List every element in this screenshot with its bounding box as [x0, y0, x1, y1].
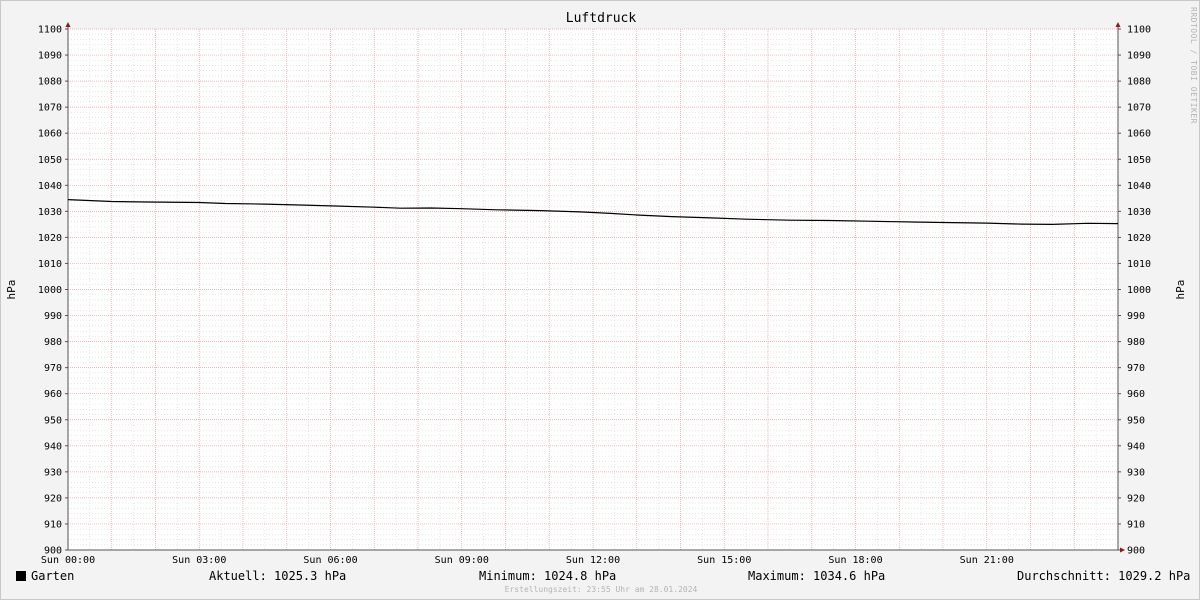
legend-swatch [16, 571, 26, 581]
chart-frame: 900 900 910 910 920 920 930 930 940 940 950 950 960 9… [0, 0, 1200, 600]
x-tick-label: Sun 15:00 [697, 555, 751, 566]
y-tick-label: 1040 [38, 181, 62, 192]
y-tick-label-right: 1060 [1127, 129, 1151, 140]
y-tick-label-right: 1070 [1127, 103, 1151, 114]
y-tick-label-right: 1020 [1127, 233, 1151, 244]
creation-time-footer: Erstellungszeit: 23:55 Uhr am 28.01.2024 [504, 585, 698, 594]
x-tick-label: Sun 09:00 [435, 555, 489, 566]
y-tick-label: 1070 [38, 103, 62, 114]
y-tick-label-right: 1100 [1127, 25, 1151, 36]
legend-series-name: Garten [31, 569, 75, 583]
legend-maximum: Maximum: 1034.6 hPa [748, 569, 886, 583]
legend-durchschnitt: Durchschnitt: 1029.2 hPa [1017, 569, 1191, 583]
y-tick-label-right: 980 [1127, 337, 1145, 348]
y-tick-label: 930 [44, 467, 62, 478]
y-tick-label: 950 [44, 415, 62, 426]
y-tick-label: 1050 [38, 155, 62, 166]
y-tick-label-right: 1080 [1127, 77, 1151, 88]
y-tick-label: 1100 [38, 25, 62, 36]
y-tick-label: 940 [44, 441, 62, 452]
y-tick-label-right: 900 [1127, 546, 1145, 557]
y-tick-label-right: 1040 [1127, 181, 1151, 192]
y-tick-label-right: 960 [1127, 389, 1145, 400]
y-tick-label-right: 910 [1127, 519, 1145, 530]
y-tick-label: 1020 [38, 233, 62, 244]
x-tick-label: Sun 18:00 [828, 555, 882, 566]
y-tick-label-right: 1050 [1127, 155, 1151, 166]
y-tick-label-right: 920 [1127, 493, 1145, 504]
x-tick-label: Sun 00:00 [41, 555, 95, 566]
y-tick-label: 960 [44, 389, 62, 400]
y-tick-label-right: 1030 [1127, 207, 1151, 218]
y-tick-label: 1030 [38, 207, 62, 218]
y-axis-title: hPa [5, 280, 18, 300]
legend-minimum: Minimum: 1024.8 hPa [479, 569, 617, 583]
plot-area: 900 900910 910920 920930 930940 940950 950960 9… [5, 22, 1187, 566]
y-tick-label: 1060 [38, 129, 62, 140]
x-tick-label: Sun 06:00 [303, 555, 357, 566]
x-tick-label: Sun 03:00 [172, 555, 226, 566]
x-axis-arrow [1120, 547, 1125, 553]
y-tick-label-right: 1000 [1127, 285, 1151, 296]
y-tick-label: 1080 [38, 77, 62, 88]
x-tick-label: Sun 21:00 [960, 555, 1014, 566]
y-tick-label: 1000 [38, 285, 62, 296]
y-tick-label-right: 970 [1127, 363, 1145, 374]
legend-aktuell: Aktuell: 1025.3 hPa [209, 569, 347, 583]
y-tick-label-right: 940 [1127, 441, 1145, 452]
y-tick-label-right: 950 [1127, 415, 1145, 426]
y-tick-label: 990 [44, 311, 62, 322]
y-tick-label: 920 [44, 493, 62, 504]
chart-title: Luftdruck [565, 11, 637, 26]
y-tick-label-right: 1010 [1127, 259, 1151, 270]
y-tick-label-right: 1090 [1127, 51, 1151, 62]
y-tick-label: 910 [44, 519, 62, 530]
y-tick-label: 980 [44, 337, 62, 348]
y-tick-label-right: 990 [1127, 311, 1145, 322]
rrdtool-watermark: RRDTOOL / TOBI OETIKER [1189, 7, 1198, 124]
x-tick-label: Sun 12:00 [566, 555, 620, 566]
y-tick-label: 970 [44, 363, 62, 374]
y-tick-label: 1090 [38, 51, 62, 62]
y-tick-label: 1010 [38, 259, 62, 270]
y-axis-title-right: hPa [1174, 280, 1187, 300]
y-tick-label-right: 930 [1127, 467, 1145, 478]
